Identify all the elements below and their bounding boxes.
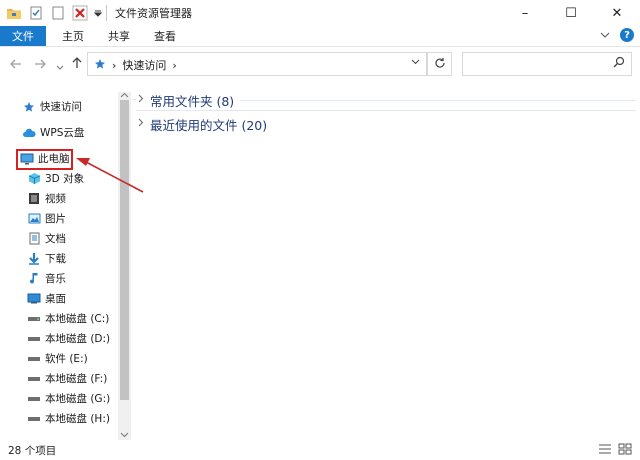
group-divider [240, 100, 636, 101]
sidebar-item-label: 文档 [45, 233, 66, 245]
chevron-right-icon [138, 118, 144, 130]
download-arrow-icon [27, 252, 41, 266]
sidebar-item-desktop[interactable]: 桌面 [27, 289, 66, 308]
scrollbar-thumb[interactable] [120, 100, 129, 400]
properties-icon[interactable] [28, 5, 44, 21]
sidebar-item-drive-c[interactable]: 本地磁盘 (C:) [27, 309, 109, 328]
refresh-button[interactable] [427, 52, 452, 76]
picture-icon [27, 212, 41, 226]
cube-3d-icon [27, 172, 41, 186]
tab-home[interactable]: 主页 [50, 26, 96, 46]
group-divider [132, 99, 136, 100]
window-title: 文件资源管理器 [115, 7, 192, 20]
folder-icon [6, 5, 22, 21]
navigation-pane: 快速访问 WPS云盘 此电脑 3D 对象 视频 图片 文档 下载 音乐 桌面 本… [0, 92, 132, 437]
cloud-icon [22, 126, 36, 140]
group-divider [136, 110, 636, 111]
sidebar-item-drive-d[interactable]: 本地磁盘 (D:) [27, 329, 110, 348]
new-folder-icon[interactable] [50, 5, 66, 21]
pin-icon [94, 58, 106, 73]
sidebar-item-drive-f[interactable]: 本地磁盘 (F:) [27, 369, 107, 388]
group-recent-files[interactable]: 最近使用的文件 (20) [138, 114, 267, 134]
status-bar: 28 个项目 [0, 440, 640, 460]
chevron-right-icon [138, 94, 144, 106]
title-bar: 文件资源管理器 – ☐ ✕ [0, 0, 640, 26]
delete-icon[interactable] [72, 5, 88, 21]
maximize-button[interactable]: ☐ [548, 0, 594, 26]
window-controls: – ☐ ✕ [502, 0, 640, 26]
scroll-up-icon[interactable] [120, 92, 129, 100]
sidebar-item-label: 3D 对象 [45, 173, 85, 185]
sidebar-item-label: WPS云盘 [40, 127, 85, 139]
large-icons-view-icon[interactable] [618, 443, 632, 458]
sidebar-item-drive-g[interactable]: 本地磁盘 (G:) [27, 389, 110, 408]
refresh-icon [434, 57, 446, 72]
details-view-icon[interactable] [598, 443, 612, 458]
tab-view[interactable]: 查看 [142, 26, 188, 46]
sidebar-item-documents[interactable]: 文档 [27, 229, 66, 248]
video-icon [27, 192, 41, 206]
group-label: 常用文件夹 (8) [150, 93, 235, 109]
ribbon-tabs: 文件 主页 共享 查看 ? [0, 26, 640, 47]
toolbar-separator [106, 5, 107, 21]
search-icon[interactable] [613, 56, 625, 71]
drive-icon [27, 392, 41, 406]
up-arrow-icon[interactable] [72, 57, 82, 73]
sidebar-item-pictures[interactable]: 图片 [27, 209, 66, 228]
forward-arrow-icon[interactable] [34, 58, 46, 73]
breadcrumb-separator: › [112, 58, 117, 72]
tab-file[interactable]: 文件 [0, 26, 46, 46]
sidebar-item-drive-h[interactable]: 本地磁盘 (H:) [27, 409, 110, 428]
sidebar-item-label: 桌面 [45, 293, 66, 305]
sidebar-item-label: 本地磁盘 (C:) [45, 313, 110, 325]
scroll-down-icon[interactable] [120, 432, 129, 440]
sidebar-item-label: 快速访问 [40, 101, 82, 113]
sidebar-item-label: 音乐 [45, 273, 66, 285]
document-icon [27, 232, 41, 246]
sidebar-item-label: 本地磁盘 (F:) [45, 373, 108, 385]
expand-ribbon-icon[interactable] [600, 30, 610, 41]
sidebar-item-music[interactable]: 音乐 [27, 269, 66, 288]
breadcrumb-quick-access[interactable]: 快速访问 [122, 57, 166, 73]
sidebar-item-3d-objects[interactable]: 3D 对象 [27, 169, 84, 188]
sidebar-item-quick-access[interactable]: 快速访问 [22, 97, 82, 116]
drive-icon [27, 332, 41, 346]
sidebar-item-label: 本地磁盘 (D:) [45, 333, 111, 345]
sidebar-item-label: 视频 [45, 193, 66, 205]
group-label: 最近使用的文件 (20) [150, 117, 268, 133]
desktop-icon [27, 292, 41, 306]
navigation-scrollbar[interactable] [118, 92, 131, 440]
help-icon[interactable]: ? [620, 28, 634, 42]
annotation-highlight-box [16, 149, 73, 170]
drive-icon [27, 412, 41, 426]
search-box [462, 52, 632, 76]
drive-icon [27, 372, 41, 386]
sidebar-item-label: 本地磁盘 (G:) [45, 393, 111, 405]
customize-toolbar-icon[interactable] [94, 5, 102, 21]
group-frequent-folders[interactable]: 常用文件夹 (8) [138, 90, 234, 110]
drive-icon [27, 352, 41, 366]
search-input[interactable] [467, 53, 607, 75]
breadcrumb-separator[interactable]: › [172, 59, 176, 72]
close-button[interactable]: ✕ [594, 0, 640, 26]
sidebar-item-label: 本地磁盘 (H:) [45, 413, 110, 425]
back-arrow-icon[interactable] [10, 58, 22, 73]
address-bar[interactable]: › 快速访问 › [87, 52, 427, 76]
address-dropdown-icon[interactable] [411, 57, 420, 68]
drive-icon [27, 312, 41, 326]
sidebar-item-videos[interactable]: 视频 [27, 189, 66, 208]
music-note-icon [27, 272, 41, 286]
star-pin-icon [22, 100, 36, 114]
minimize-button[interactable]: – [502, 0, 548, 26]
recent-locations-icon[interactable] [56, 60, 64, 75]
sidebar-item-drive-e[interactable]: 软件 (E:) [27, 349, 88, 368]
sidebar-item-label: 图片 [45, 213, 66, 225]
sidebar-item-label: 下载 [45, 253, 66, 265]
sidebar-item-label: 软件 (E:) [45, 353, 88, 365]
sidebar-item-downloads[interactable]: 下载 [27, 249, 66, 268]
quick-access-toolbar [0, 0, 113, 26]
item-count: 28 个项目 [8, 445, 57, 457]
sidebar-item-wps-cloud[interactable]: WPS云盘 [22, 123, 84, 142]
tab-share[interactable]: 共享 [96, 26, 142, 46]
